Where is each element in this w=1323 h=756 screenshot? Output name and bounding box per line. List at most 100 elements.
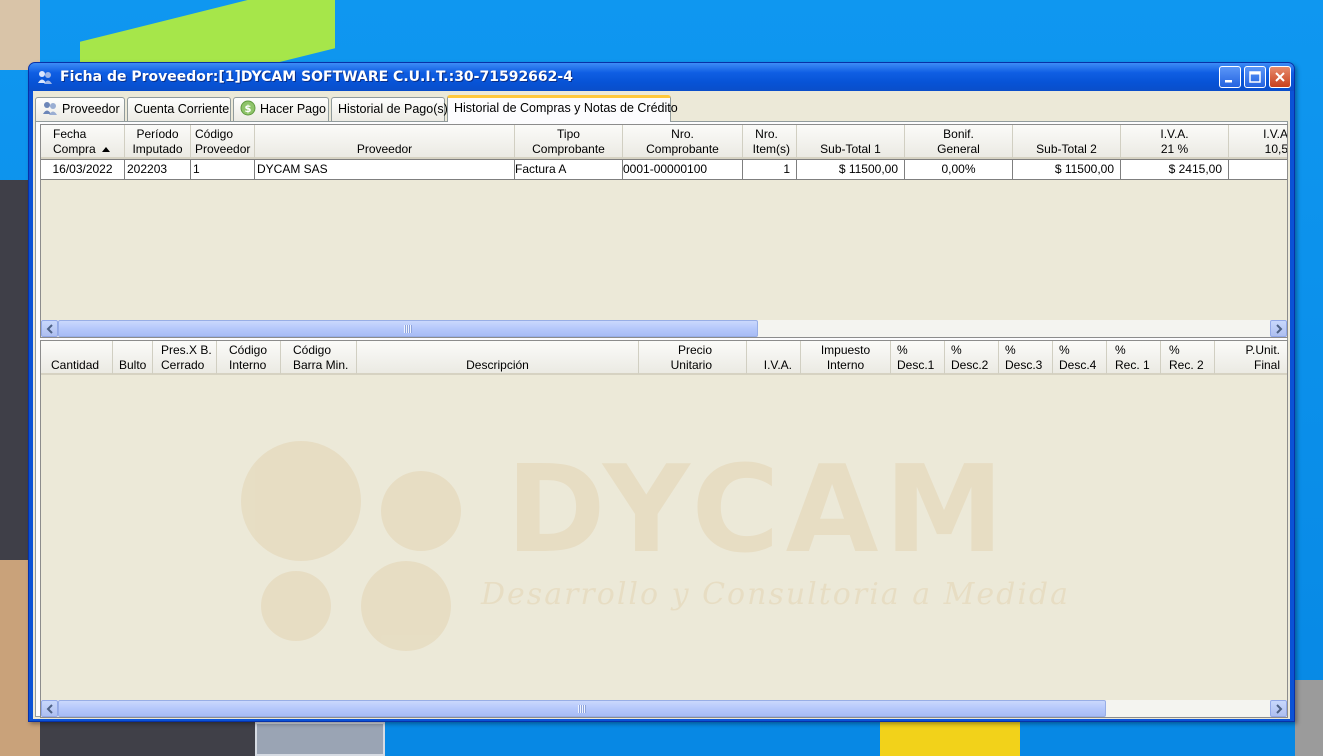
tab-label: Historial de Compras y Notas de Crédito xyxy=(454,101,678,115)
watermark-brand: DYCAM xyxy=(506,441,1010,580)
column-header-iva[interactable]: I.V.A. xyxy=(747,341,801,374)
header-line1: % xyxy=(1115,343,1126,357)
header-line2: Final xyxy=(1253,358,1280,372)
cell-nro-comprobante[interactable]: 0001-00000100 xyxy=(623,159,743,180)
scroll-right-button[interactable] xyxy=(1270,700,1287,717)
tab-panel: Fecha Compra Período Imputado Código Pro… xyxy=(35,121,1288,718)
column-header-proveedor[interactable]: Proveedor xyxy=(255,125,515,158)
money-icon: $ xyxy=(240,100,256,116)
column-header-descripcion[interactable]: Descripción xyxy=(357,341,639,374)
chevron-left-icon xyxy=(46,324,53,334)
column-header-bulto[interactable]: Bulto xyxy=(113,341,153,374)
header-line1: % xyxy=(1169,343,1180,357)
header-line1: Código xyxy=(293,343,332,357)
tab-label: Hacer Pago xyxy=(260,102,327,116)
cell-items[interactable]: 1 xyxy=(743,159,797,180)
header-line2: 21 % xyxy=(1160,142,1189,156)
column-header-codigo-interno[interactable]: Código Interno xyxy=(217,341,281,374)
horizontal-scrollbar[interactable] xyxy=(41,320,1287,337)
tab-hacer-pago[interactable]: $ Hacer Pago xyxy=(233,97,329,121)
tab-historial-pagos[interactable]: Historial de Pago(s) xyxy=(331,97,448,121)
table-row[interactable]: 16/03/2022 202203 1 DYCAM SAS Factura A … xyxy=(41,159,1287,180)
header-line1 xyxy=(357,343,638,358)
header-line2: Comprobante xyxy=(646,142,719,156)
column-header-desc3[interactable]: % Desc.3 xyxy=(999,341,1053,374)
column-header-fecha-compra[interactable]: Fecha Compra xyxy=(41,125,125,158)
column-header-nro-comprobante[interactable]: Nro. Comprobante xyxy=(623,125,743,158)
header-line2: Compra xyxy=(53,142,96,156)
horizontal-scrollbar[interactable] xyxy=(41,700,1287,717)
scroll-left-button[interactable] xyxy=(41,320,58,337)
purchases-grid[interactable]: Fecha Compra Período Imputado Código Pro… xyxy=(40,124,1288,338)
cell-iva21[interactable]: $ 2415,00 xyxy=(1121,159,1229,180)
scroll-left-button[interactable] xyxy=(41,700,58,717)
column-header-desc2[interactable]: % Desc.2 xyxy=(945,341,999,374)
column-header-desc1[interactable]: % Desc.1 xyxy=(891,341,945,374)
chevron-right-icon xyxy=(1276,324,1283,334)
tab-proveedor[interactable]: Proveedor xyxy=(35,97,125,121)
tab-historial-compras[interactable]: Historial de Compras y Notas de Crédito xyxy=(447,95,678,122)
close-button[interactable] xyxy=(1269,66,1291,88)
column-header-tipo-comprobante[interactable]: Tipo Comprobante xyxy=(515,125,623,158)
chevron-right-icon xyxy=(1276,704,1283,714)
column-header-iva105[interactable]: I.V.A 10,5 xyxy=(1229,125,1287,158)
window-client-area: Proveedor Cuenta Corriente $ Hacer Pago … xyxy=(33,91,1290,719)
header-line2: Bulto xyxy=(119,358,147,372)
cell-subtotal2[interactable]: $ 11500,00 xyxy=(1013,159,1121,180)
header-line1: Pres.X B. xyxy=(161,343,212,357)
column-header-punit-final[interactable]: P.Unit. Final xyxy=(1215,341,1287,374)
column-header-periodo[interactable]: Período Imputado xyxy=(125,125,191,158)
column-header-nro-items[interactable]: Nro. Item(s) xyxy=(743,125,797,158)
cell-iva105[interactable] xyxy=(1229,159,1287,180)
desktop-decoration xyxy=(0,0,40,70)
cell-tipo[interactable]: Factura A xyxy=(515,159,623,180)
cell-fecha[interactable]: 16/03/2022 xyxy=(41,159,125,180)
header-line1: Tipo xyxy=(557,127,580,141)
column-header-subtotal2[interactable]: Sub-Total 2 xyxy=(1013,125,1121,158)
header-line2: Item(s) xyxy=(752,142,790,156)
column-header-subtotal1[interactable]: Sub-Total 1 xyxy=(797,125,905,158)
column-header-cantidad[interactable]: Cantidad xyxy=(41,341,113,374)
scroll-thumb[interactable] xyxy=(58,700,1106,717)
user-group-icon xyxy=(43,102,57,115)
header-line2: Desc.1 xyxy=(897,358,935,372)
title-bar[interactable]: Ficha de Proveedor:[1]DYCAM SOFTWARE C.U… xyxy=(29,63,1294,91)
column-header-bonif-general[interactable]: Bonif. General xyxy=(905,125,1013,158)
header-line1: % xyxy=(1005,343,1016,357)
svg-text:$: $ xyxy=(245,104,252,115)
cell-subtotal1[interactable]: $ 11500,00 xyxy=(797,159,905,180)
column-header-desc4[interactable]: % Desc.4 xyxy=(1053,341,1107,374)
column-header-codigo-barra[interactable]: Código Barra Min. xyxy=(281,341,357,374)
header-line2: Proveedor xyxy=(195,142,251,156)
scroll-thumb[interactable] xyxy=(58,320,758,337)
cell-codigo[interactable]: 1 xyxy=(191,159,255,180)
header-line2: Sub-Total 1 xyxy=(820,142,881,156)
column-header-impuesto-interno[interactable]: Impuesto Interno xyxy=(801,341,891,374)
maximize-button[interactable] xyxy=(1244,66,1266,88)
column-header-rec1[interactable]: % Rec. 1 xyxy=(1107,341,1161,374)
header-line2: Comprobante xyxy=(532,142,605,156)
cell-proveedor[interactable]: DYCAM SAS xyxy=(255,159,515,180)
header-line1: I.V.A. xyxy=(1160,127,1189,141)
header-line2: Imputado xyxy=(132,142,183,156)
header-line1: Bonif. xyxy=(943,127,974,141)
cell-periodo[interactable]: 202203 xyxy=(125,159,191,180)
column-header-precio-unitario[interactable]: Precio Unitario xyxy=(639,341,747,374)
column-header-codigo-proveedor[interactable]: Código Proveedor xyxy=(191,125,255,158)
cell-bonif[interactable]: 0,00% xyxy=(905,159,1013,180)
header-line2: Cantidad xyxy=(51,358,100,372)
header-line1 xyxy=(1013,127,1120,142)
tab-cuenta-corriente[interactable]: Cuenta Corriente xyxy=(127,97,231,121)
desktop-decoration xyxy=(880,722,1020,756)
column-header-iva21[interactable]: I.V.A. 21 % xyxy=(1121,125,1229,158)
header-line1: P.Unit. xyxy=(1245,343,1280,357)
minimize-button[interactable] xyxy=(1219,66,1241,88)
header-line2: Desc.2 xyxy=(951,358,989,372)
header-line1 xyxy=(255,127,514,142)
column-header-rec2[interactable]: % Rec. 2 xyxy=(1161,341,1215,374)
column-header-pres-cerrado[interactable]: Pres.X B. Cerrado xyxy=(153,341,217,374)
scroll-right-button[interactable] xyxy=(1270,320,1287,337)
items-grid[interactable]: DYCAM Desarrollo y Consultoria a Medida … xyxy=(40,340,1288,718)
header-line1 xyxy=(119,343,152,358)
header-line1 xyxy=(51,343,112,358)
